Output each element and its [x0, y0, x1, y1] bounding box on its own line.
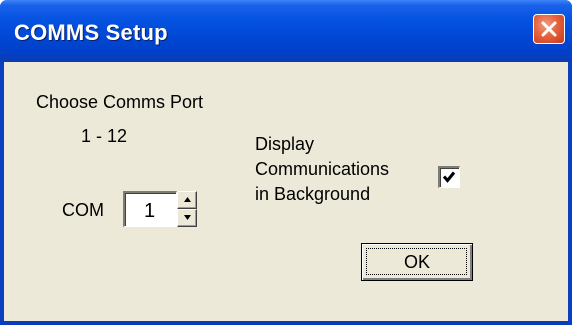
title-bar[interactable]: COMMS Setup	[0, 0, 572, 62]
focus-rect	[366, 248, 467, 275]
choose-port-label: Choose Comms Port	[36, 92, 204, 112]
com-prefix-label: COM	[62, 200, 104, 220]
port-range-label: 1 - 12	[81, 126, 128, 146]
spin-up-arrow-icon	[184, 197, 191, 202]
spin-down-button[interactable]	[177, 209, 197, 227]
display-comms-label-line-2: Communications	[255, 159, 390, 179]
comms-setup-window: COMMS Setup Choose Comms Port 1 - 12 COM…	[0, 0, 572, 325]
ok-button[interactable]: OK	[361, 243, 473, 281]
dialog-body: Choose Comms Port 1 - 12 COM Display Com…	[4, 62, 568, 321]
com-port-input[interactable]	[123, 191, 177, 227]
spin-down-arrow-icon	[184, 215, 191, 220]
close-icon	[541, 21, 557, 37]
close-button[interactable]	[533, 14, 565, 44]
window-bottom-border	[0, 321, 572, 325]
checkmark-icon	[442, 171, 456, 183]
spin-up-button[interactable]	[177, 191, 197, 209]
display-comms-label-line-3: in Background	[255, 184, 371, 204]
window-title: COMMS Setup	[14, 20, 168, 45]
display-in-background-checkbox[interactable]	[438, 166, 460, 188]
display-comms-label-line-1: Display	[255, 134, 315, 154]
